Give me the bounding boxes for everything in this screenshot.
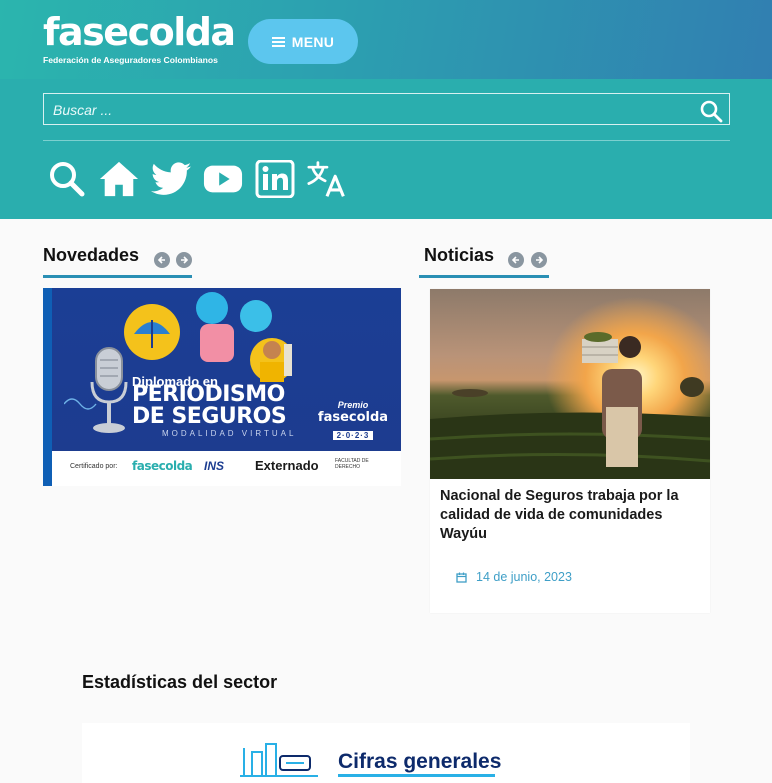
premio-badge: Premio fasecolda 2·0·2·3 (314, 400, 392, 440)
footer-logo-ins: INS (204, 459, 225, 473)
linkedin-icon[interactable] (255, 158, 295, 200)
news-image[interactable] (430, 289, 710, 479)
novedades-prev-icon[interactable] (154, 252, 170, 268)
hamburger-icon (271, 36, 285, 47)
premio-line1: Premio (337, 400, 369, 410)
premio-line2: fasecolda (317, 410, 389, 425)
noticias-title: Noticias (424, 245, 495, 265)
menu-button[interactable]: MENU (248, 19, 358, 64)
farmer-photo (430, 332, 710, 479)
twitter-icon[interactable] (151, 158, 191, 200)
noticias-next-icon[interactable] (531, 252, 547, 268)
banner-main: Diplomado en PERIODISMO DE SEGUROS MODAL… (52, 288, 401, 451)
cifras-generales-label[interactable]: Cifras generales (338, 750, 501, 774)
header-divider (43, 140, 730, 141)
news-date-text: 14 de junio, 2023 (476, 570, 572, 584)
banner-footer: Certificado por: fasecolda INS Externado… (52, 451, 401, 486)
logo-subtitle: Federación de Aseguradores Colombianos (43, 55, 218, 65)
footer-logo-externado: Externado (255, 458, 319, 473)
calendar-icon (456, 572, 467, 583)
banner-line2: PERIODISMO (132, 382, 285, 407)
logo-word: fasecolda (43, 10, 236, 54)
novedades-next-icon[interactable] (176, 252, 192, 268)
novedades-banner[interactable]: Diplomado en PERIODISMO DE SEGUROS MODAL… (43, 288, 401, 486)
fasecolda-logo[interactable]: fasecolda Federación de Aseguradores Col… (43, 10, 236, 68)
banner-modalidad: MODALIDAD VIRTUAL (162, 429, 297, 438)
banner-edge (43, 288, 52, 486)
news-title[interactable]: Nacional de Seguros trabaja por la calid… (440, 487, 702, 544)
quick-icons-row (47, 157, 347, 201)
youtube-icon[interactable] (203, 158, 243, 200)
news-date: 14 de junio, 2023 (456, 570, 572, 584)
search-icon[interactable] (47, 158, 87, 200)
search-box (43, 93, 730, 125)
banner-line3: DE SEGUROS (132, 404, 287, 429)
novedades-title: Novedades (43, 245, 140, 265)
footer-logo-fasecolda: fasecolda (132, 459, 193, 473)
news-card[interactable]: Nacional de Seguros trabaja por la calid… (430, 289, 710, 613)
noticias-prev-icon[interactable] (508, 252, 524, 268)
footer-logo-facultad: FACULTAD DE DERECHO (335, 458, 369, 470)
search-submit-icon[interactable] (699, 99, 723, 123)
translate-icon[interactable] (307, 158, 347, 200)
novedades-underline (43, 275, 192, 278)
statistics-chart-icon (240, 743, 318, 777)
search-input[interactable] (53, 100, 653, 120)
noticias-underline (419, 275, 549, 278)
menu-label: MENU (291, 33, 335, 50)
premio-year: 2·0·2·3 (332, 431, 374, 440)
home-icon[interactable] (99, 158, 139, 200)
estadisticas-title: Estadísticas del sector (82, 672, 278, 692)
cert-label: Certificado por: (70, 463, 118, 470)
